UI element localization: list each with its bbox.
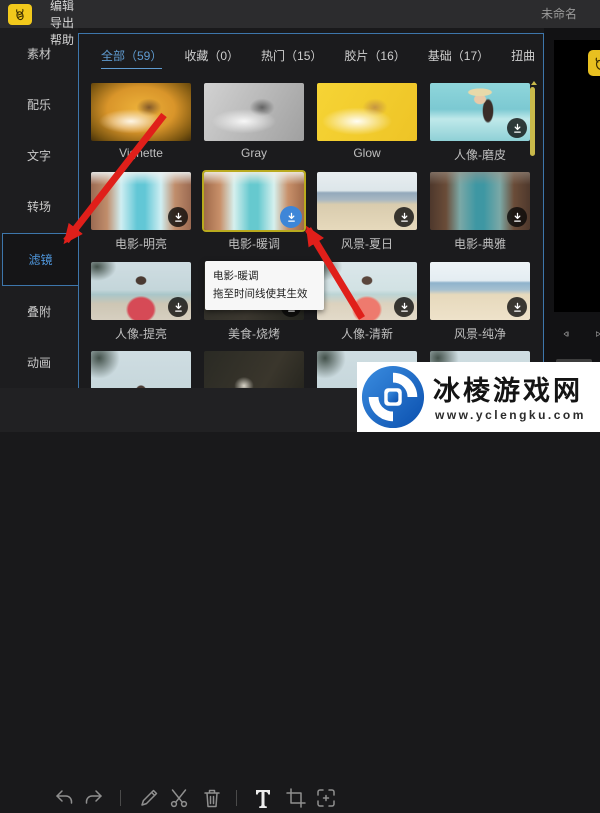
download-icon [174,302,182,312]
frame-button[interactable] [314,786,338,810]
filter-label: 人像-提亮 [115,327,167,341]
filter-label: 风景-夏日 [341,237,393,251]
filter-label: Gray [240,146,267,160]
download-icon [400,302,408,312]
filter-thumbnail[interactable] [204,351,304,388]
filter-panel: 全部（59）收藏（0）热门（15）胶片（16）基础（17）扭曲（6）抖动（5） … [78,33,544,389]
download-badge[interactable] [507,297,527,317]
download-badge[interactable] [394,297,414,317]
filter-tabs: 全部（59）收藏（0）热门（15）胶片（16）基础（17）扭曲（6）抖动（5） [101,47,543,69]
filter-thumbnail[interactable] [430,262,530,320]
filter-thumbnail[interactable] [317,262,417,320]
tab-basic[interactable]: 基础（17） [428,47,489,69]
tooltip-title: 电影-暖调 [213,270,259,282]
filter-card-partial [91,351,191,388]
filter-thumbnail[interactable] [317,172,417,230]
split-button[interactable] [167,786,191,810]
watermark-logo-icon [361,365,425,429]
scrollbar-thumb[interactable] [530,87,535,156]
sidebar-item-overlay[interactable]: 叠附 [0,286,78,337]
filter-thumbnail[interactable] [204,83,304,141]
tab-favorites[interactable]: 收藏（0） [184,47,239,69]
download-icon [513,123,521,133]
filter-thumbnail[interactable] [204,172,304,230]
filter-label: Vignette [119,146,163,160]
download-icon [400,212,408,222]
watermark: 冰棱游戏网 www.yclengku.com [357,362,600,432]
filter-label: 风景-纯净 [454,327,506,341]
filter-label: 电影-暖调 [228,237,280,251]
filter-label: 人像-磨皮 [454,148,506,162]
toolbar-separator [120,790,121,806]
bee-watermark-icon [588,50,600,76]
prev-frame-button[interactable] [556,324,576,344]
filter-card: Glow [317,83,417,160]
download-badge[interactable] [507,207,527,227]
sidebar: 素材 配乐 文字 转场 滤镜 叠附 动画 [0,28,78,388]
filter-card: 电影-暖调 [204,172,304,252]
download-badge[interactable] [168,207,188,227]
filter-card: 电影-明亮 [91,172,191,252]
tab-distort[interactable]: 扭曲（6） [511,47,543,69]
edit-button[interactable] [137,786,161,810]
document-title: 未命名 [540,7,577,21]
filter-thumbnail[interactable] [91,172,191,230]
filter-thumbnail[interactable] [91,351,191,388]
download-badge[interactable] [280,206,302,228]
filter-label: Glow [353,146,381,160]
filter-label: 人像-清新 [341,327,393,341]
tab-all[interactable]: 全部（59） [101,47,163,69]
tooltip: 电影-暖调 拖至时间线使其生效 [205,261,324,310]
download-icon [287,212,295,222]
filter-card: 电影-典雅 [430,172,530,252]
filter-card: 人像-提亮 [91,262,191,342]
filter-thumbnail[interactable] [430,83,530,141]
tooltip-hint: 拖至时间线使其生效 [213,288,308,301]
filter-thumbnail[interactable] [91,83,191,141]
filter-label: 电影-明亮 [115,237,167,251]
play-button[interactable] [588,324,600,344]
watermark-title: 冰棱游戏网 [433,376,583,406]
text-button[interactable] [251,786,275,810]
redo-button[interactable] [82,786,106,810]
download-badge[interactable] [168,297,188,317]
filter-card: Gray [204,83,304,160]
download-badge[interactable] [507,118,527,138]
sidebar-item-animation[interactable]: 动画 [0,337,78,388]
sidebar-item-filter[interactable]: 滤镜 [2,232,78,286]
filter-label: 电影-典雅 [454,237,506,251]
scrollbar-up-arrow-icon[interactable] [531,81,537,85]
filter-label: 美食-烧烤 [228,327,280,341]
menu-item-edit[interactable]: 编辑 [40,0,84,14]
sidebar-item-music[interactable]: 配乐 [0,79,78,130]
download-badge[interactable] [394,207,414,227]
tab-hot[interactable]: 热门（15） [261,47,322,69]
sidebar-item-transition[interactable]: 转场 [0,181,78,232]
filter-card: 风景-纯净 [430,262,530,342]
tab-film[interactable]: 胶片（16） [344,47,405,69]
sidebar-item-text[interactable]: 文字 [0,130,78,181]
filter-thumbnail[interactable] [91,262,191,320]
menu-item-export[interactable]: 导出 [40,14,84,31]
delete-button[interactable] [200,786,224,810]
app-menubar: 文件编辑导出帮助 未命名 [0,0,600,47]
filter-thumbnail[interactable] [430,172,530,230]
crop-button[interactable] [284,786,308,810]
download-icon [174,212,182,222]
filter-card: Vignette [91,83,191,160]
filter-card-partial [204,351,304,388]
download-icon [513,212,521,222]
menu-item-help[interactable]: 帮助 [40,31,84,48]
app-logo-icon [8,3,32,25]
filter-card: 风景-夏日 [317,172,417,252]
menubar-items: 文件编辑导出帮助 [40,0,84,48]
undo-button[interactable] [52,786,76,810]
toolbar-separator [236,790,237,806]
filter-card: 人像-磨皮 [430,83,530,163]
filter-card: 人像-清新 [317,262,417,342]
video-preview [554,40,600,312]
download-icon [513,302,521,312]
filter-thumbnail[interactable] [317,83,417,141]
watermark-url: www.yclengku.com [435,408,586,422]
